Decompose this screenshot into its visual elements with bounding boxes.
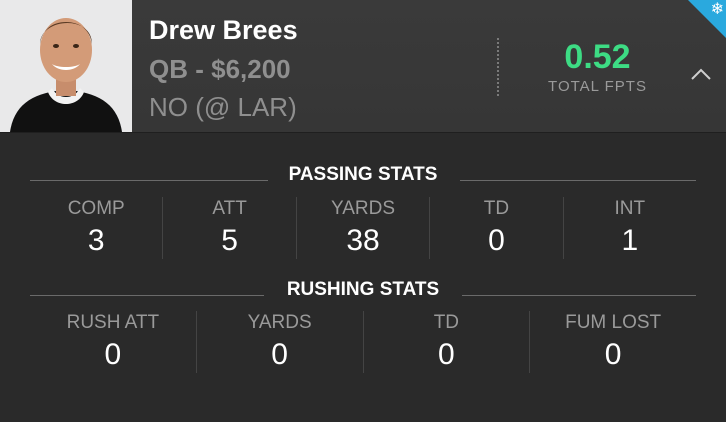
stat-rush-att: RUSH ATT 0 [30, 311, 197, 373]
rushing-stats-row: RUSH ATT 0 YARDS 0 TD 0 FUM LOST 0 [30, 311, 696, 373]
stat-td: TD 0 [430, 197, 564, 259]
snowflake-icon: ❄ [710, 1, 724, 18]
stat-fum-lost: FUM LOST 0 [530, 311, 696, 373]
stat-value: 0 [488, 224, 505, 257]
player-position-salary: QB - $6,200 [149, 54, 291, 84]
chevron-up-icon[interactable] [690, 66, 712, 82]
header-divider [497, 38, 499, 96]
stat-label: FUM LOST [565, 312, 662, 333]
stat-rush-td: TD 0 [364, 311, 531, 373]
player-stats-card: Drew Brees QB - $6,200 NO (@ LAR) 0.52 T… [0, 0, 726, 422]
player-matchup: NO (@ LAR) [149, 92, 297, 122]
section-rule [460, 180, 696, 181]
stat-label: TD [483, 198, 510, 219]
stat-value: 5 [221, 224, 238, 257]
passing-stats-row: COMP 3 ATT 5 YARDS 38 TD 0 INT 1 [30, 197, 696, 259]
stat-label: COMP [67, 198, 125, 219]
player-photo [0, 0, 132, 132]
passing-stats-title: PASSING STATS [288, 164, 438, 185]
stat-int: INT 1 [564, 197, 696, 259]
stat-label: RUSH ATT [66, 312, 160, 333]
stat-label: INT [614, 198, 646, 219]
stat-value: 0 [104, 338, 122, 371]
stat-value: 0 [271, 338, 288, 371]
fpts-label: TOTAL FPTS [548, 78, 647, 95]
stat-label: YARDS [330, 198, 396, 219]
player-info: Drew Brees QB - $6,200 NO (@ LAR) [149, 12, 298, 125]
stat-label: YARDS [247, 312, 312, 333]
rushing-stats-title: RUSHING STATS [286, 279, 440, 300]
fpts-value: 0.52 [564, 38, 631, 76]
player-name: Drew Brees [149, 15, 298, 45]
stat-value: 0 [604, 338, 622, 371]
stat-comp: COMP 3 [30, 197, 164, 259]
stat-value: 38 [346, 224, 380, 257]
player-header: Drew Brees QB - $6,200 NO (@ LAR) 0.52 T… [0, 0, 726, 133]
stat-yards: YARDS 38 [297, 197, 431, 259]
stat-value: 1 [621, 224, 639, 257]
stat-label: ATT [212, 198, 247, 219]
stat-att: ATT 5 [163, 197, 297, 259]
stat-rush-yards: YARDS 0 [197, 311, 364, 373]
fpts-block: 0.52 TOTAL FPTS [530, 38, 665, 95]
section-rule [462, 295, 696, 296]
stat-value: 3 [87, 224, 105, 257]
stat-label: TD [433, 312, 460, 333]
stat-value: 0 [438, 338, 455, 371]
